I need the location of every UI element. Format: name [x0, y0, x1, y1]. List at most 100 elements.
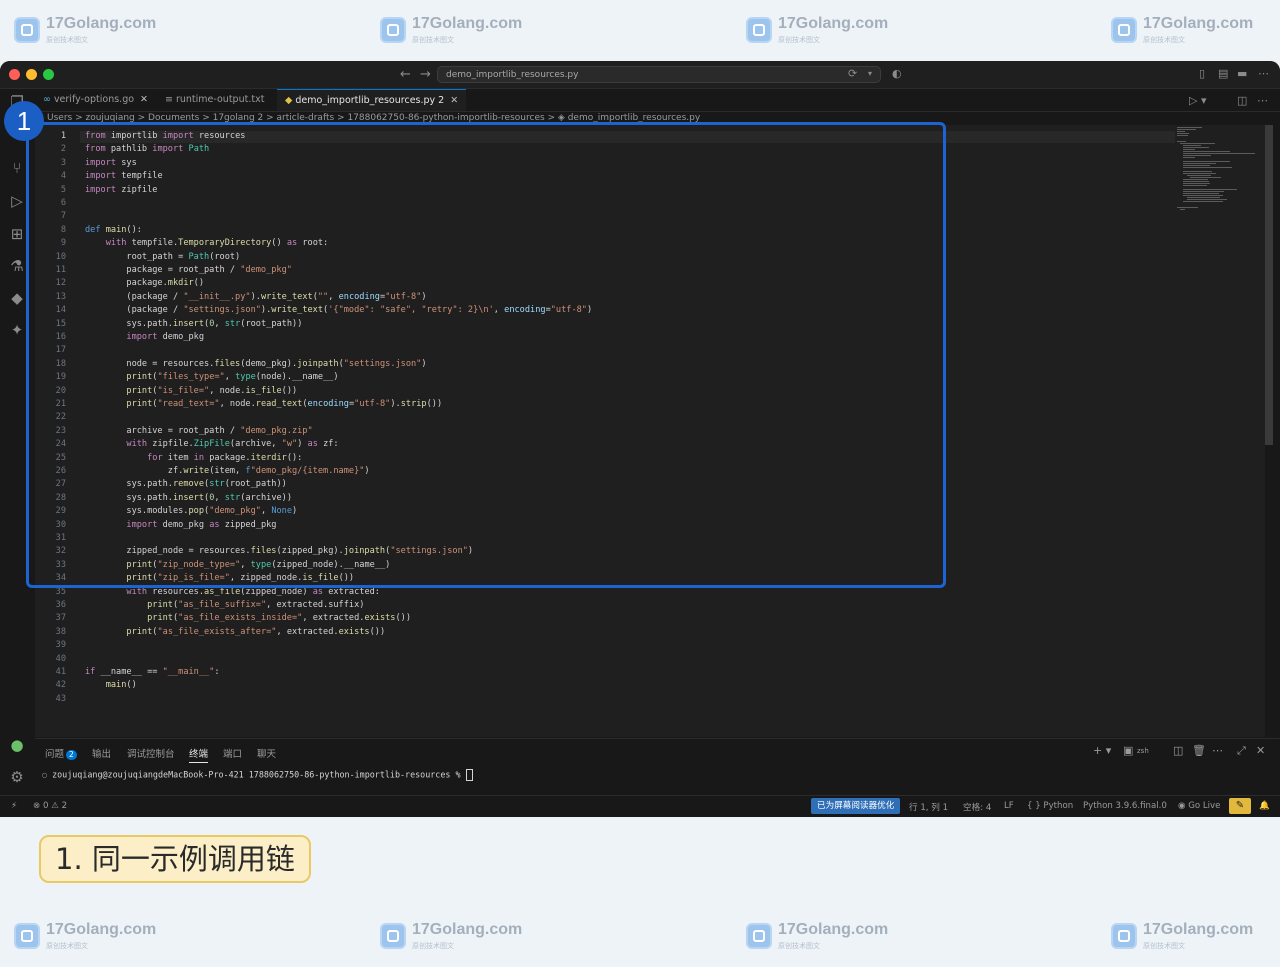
go-live-button[interactable]: ◉ Go Live: [1178, 801, 1220, 811]
watermark-subtext: 原创技术图文: [46, 943, 88, 950]
step-marker: 1: [4, 101, 44, 141]
code-line[interactable]: 39: [35, 639, 1175, 652]
warning-count: 2: [61, 801, 68, 811]
tab-verify-options[interactable]: ∞ verify-options.go ✕: [35, 89, 156, 111]
close-icon[interactable]: ✕: [1256, 744, 1265, 757]
run-debug-icon[interactable]: ▷: [8, 192, 26, 210]
warning-icon: ⚠: [51, 801, 62, 811]
code-text: main(): [105, 680, 137, 691]
code-line[interactable]: 36 print("as_file_suffix=", extracted.su…: [35, 599, 1175, 612]
tab-label: runtime-output.txt: [175, 94, 265, 105]
code-line[interactable]: 37 print("as_file_exists_inside=", extra…: [35, 612, 1175, 625]
close-window-button[interactable]: [9, 69, 20, 80]
close-icon[interactable]: ✕: [140, 94, 148, 105]
watermark: 17Golang.com 原创技术图文: [14, 921, 156, 951]
watermark-text: 17Golang.com: [412, 921, 523, 938]
problems-status[interactable]: ⊗ 0 ⚠ 2: [33, 801, 67, 811]
watermark-subtext: 原创技术图文: [412, 943, 454, 950]
chevron-down-icon[interactable]: ▾: [868, 69, 872, 78]
trash-icon[interactable]: 🗑: [1192, 744, 1206, 757]
zoom-window-button[interactable]: [43, 69, 54, 80]
watermark-logo-icon: [746, 17, 772, 43]
toggle-layout-icon[interactable]: ▤: [1218, 67, 1228, 80]
maximize-panel-icon[interactable]: ⤢: [1237, 744, 1246, 758]
screen-reader-status[interactable]: 已为屏幕阅读器优化: [811, 798, 901, 814]
minimap-line: [1183, 167, 1233, 169]
error-icon: ⊗: [33, 801, 43, 811]
broadcast-icon: ◉: [1178, 801, 1189, 811]
terminal-cursor: [465, 769, 473, 781]
cursor-position[interactable]: 行 1, 列 1: [909, 801, 948, 813]
braces-icon: { }: [1027, 801, 1044, 811]
extensions-icon[interactable]: ⊞: [8, 225, 26, 243]
copilot-icon[interactable]: ⟳: [848, 67, 857, 80]
language-mode[interactable]: { } Python: [1027, 801, 1073, 811]
watermark-text: 17Golang.com: [1143, 15, 1254, 32]
watermark-text: 17Golang.com: [46, 15, 157, 32]
terminal-prompt-icon: ○: [42, 769, 53, 780]
more-actions-icon[interactable]: ⋯: [1212, 744, 1223, 757]
code-line[interactable]: 42 main(): [35, 679, 1175, 692]
close-icon[interactable]: ✕: [450, 95, 458, 106]
copilot-chat-icon[interactable]: ✦: [8, 321, 26, 339]
tab-output[interactable]: 输出: [92, 746, 111, 760]
tab-ports[interactable]: 端口: [223, 746, 242, 760]
account-sync-icon[interactable]: ◐: [892, 67, 902, 80]
tab-demo-importlib-resources[interactable]: ◆ demo_importlib_resources.py 2 ✕: [277, 89, 467, 111]
command-center-search[interactable]: demo_importlib_resources.py: [437, 66, 881, 83]
toggle-sidebar-icon[interactable]: ▯: [1199, 67, 1205, 80]
toggle-panel-icon[interactable]: ▬: [1237, 67, 1247, 80]
testing-icon[interactable]: ⚗: [8, 257, 26, 275]
avatar[interactable]: ●: [8, 736, 26, 754]
python-icon[interactable]: ◆: [8, 289, 26, 307]
code-line[interactable]: 38 print("as_file_exists_after=", extrac…: [35, 626, 1175, 639]
terminal-shell-label[interactable]: zsh: [1137, 747, 1149, 755]
split-terminal-icon[interactable]: ◫: [1173, 744, 1183, 757]
tab-label: 问题: [45, 749, 65, 760]
copilot-status-icon[interactable]: ✎: [1229, 798, 1251, 814]
indentation-status[interactable]: 空格: 4: [963, 801, 991, 813]
line-number: 42: [55, 680, 66, 691]
tab-chat[interactable]: 聊天: [257, 746, 276, 760]
line-number: 38: [55, 626, 66, 637]
new-terminal-icon[interactable]: + ▾: [1093, 744, 1111, 757]
eol-status[interactable]: LF: [1004, 801, 1014, 811]
watermark-subtext: 原创技术图文: [1143, 943, 1185, 950]
code-line[interactable]: 43: [35, 693, 1175, 706]
split-editor-icon[interactable]: ◫: [1237, 94, 1247, 107]
code-line[interactable]: 41 if __name__ == "__main__":: [35, 666, 1175, 679]
line-number: 43: [55, 693, 66, 704]
editor-scrollbar[interactable]: [1265, 125, 1273, 445]
run-file-icon[interactable]: ▷ ▾: [1189, 94, 1206, 107]
tab-problems[interactable]: 问题 2: [45, 746, 77, 760]
more-actions-icon[interactable]: ⋯: [1257, 94, 1268, 107]
nav-forward-button[interactable]: →: [420, 67, 431, 82]
go-live-label: Go Live: [1188, 801, 1221, 811]
more-actions-icon[interactable]: ⋯: [1258, 67, 1269, 80]
tab-runtime-output[interactable]: ≡ runtime-output.txt: [157, 89, 272, 111]
settings-gear-icon[interactable]: ⚙: [8, 768, 26, 786]
tab-label: demo_importlib_resources.py 2: [295, 95, 445, 106]
terminal-shell-icon[interactable]: ▣: [1123, 744, 1133, 757]
terminal-output[interactable]: ○ zoujuqiang@zoujuqiangdeMacBook-Pro-421…: [42, 769, 473, 781]
minimize-window-button[interactable]: [26, 69, 37, 80]
code-text: print("as_file_suffix=", extracted.suffi…: [147, 600, 365, 610]
code-line[interactable]: 40: [35, 653, 1175, 666]
watermark-logo-icon: [746, 923, 772, 949]
remote-icon[interactable]: ⚡: [11, 801, 17, 811]
watermark-subtext: 原创技术图文: [1143, 37, 1185, 44]
nav-back-button[interactable]: ←: [400, 67, 411, 82]
watermark-text: 17Golang.com: [1143, 921, 1254, 938]
minimap-line: [1180, 209, 1185, 211]
terminal-prompt: zoujuqiang@zoujuqiangdeMacBook-Pro-421 1…: [52, 769, 466, 780]
python-interpreter[interactable]: Python 3.9.6.final.0: [1083, 801, 1167, 811]
tab-terminal[interactable]: 终端: [189, 746, 209, 763]
source-control-icon[interactable]: ⑂: [8, 159, 26, 177]
tab-debug-console[interactable]: 调试控制台: [127, 746, 175, 760]
title-bar: ← → demo_importlib_resources.py ⟳ ▾ ◐ ▯ …: [0, 61, 1280, 89]
watermark-subtext: 原创技术图文: [778, 943, 820, 950]
minimap-line: [1183, 185, 1207, 187]
notifications-bell-icon[interactable]: 🔔: [1259, 801, 1270, 811]
watermark-logo-icon: [380, 923, 406, 949]
minimap[interactable]: [1175, 125, 1265, 737]
